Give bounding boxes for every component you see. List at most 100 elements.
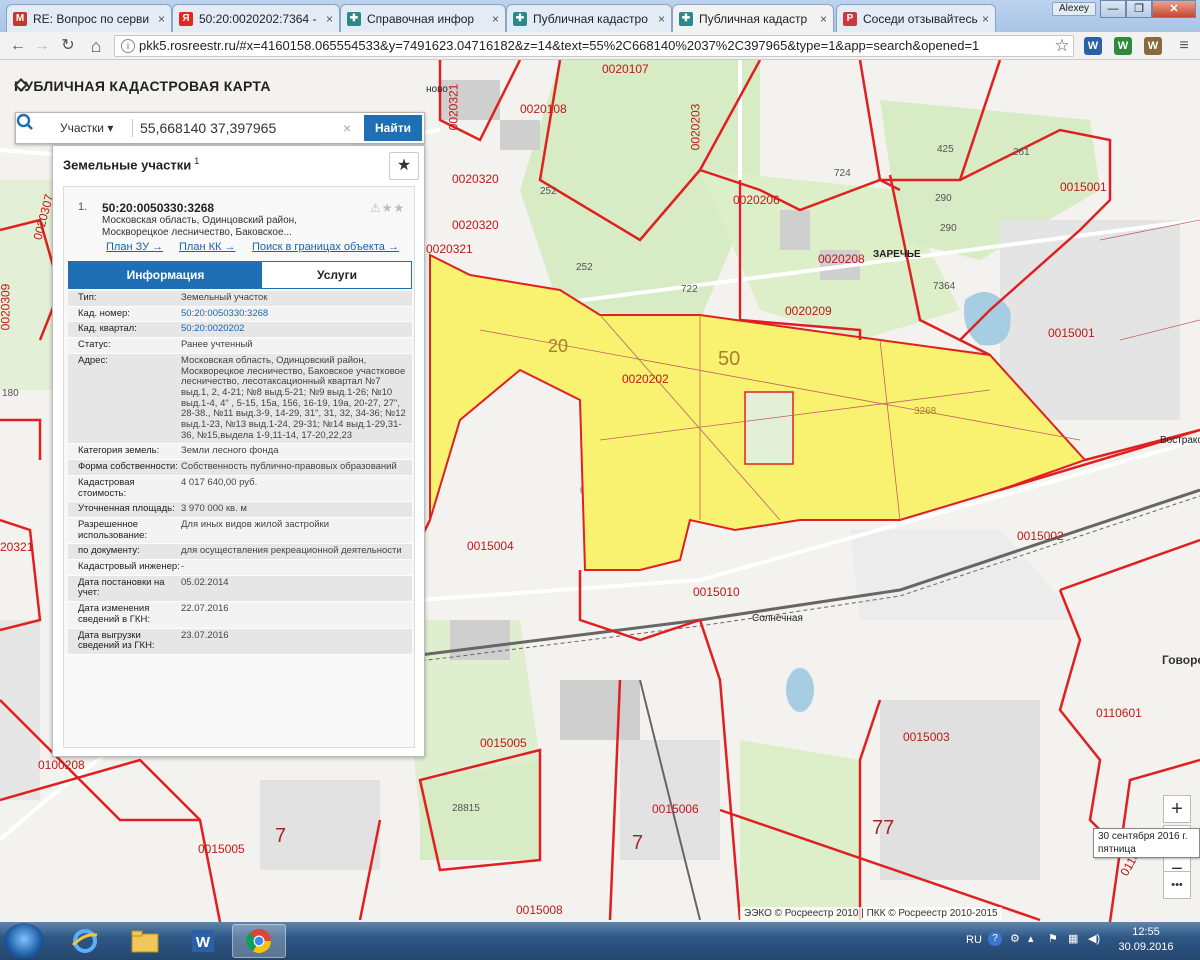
clear-search-icon[interactable]: ×	[343, 113, 351, 143]
parcel-number: 180	[2, 388, 19, 399]
help-icon[interactable]: ?	[988, 932, 1002, 946]
w-green-extension-icon[interactable]: W	[1114, 37, 1132, 55]
browser-user-badge[interactable]: Alexey	[1052, 2, 1096, 16]
zoom-in-button[interactable]: +	[1163, 795, 1191, 823]
attribute-row: Тип: Земельный участок	[68, 291, 412, 307]
tray-arrow-icon[interactable]: ▴	[1028, 932, 1034, 945]
page-info-icon[interactable]: i	[121, 39, 135, 53]
browser-tab-6[interactable]: P Соседи отзывайтесь ×	[836, 4, 996, 32]
quarter-label: 0020202	[622, 372, 669, 386]
favorites-star-button[interactable]: ★	[389, 152, 419, 180]
results-panel: Земельные участки 1 ★ 1. 50:20:0050330:32…	[52, 145, 425, 757]
browser-tab-4[interactable]: ✚ Публичная кадастро ×	[506, 4, 672, 32]
cadastral-map[interactable]: 0020107 0020108 0020203 0020321 0020320 …	[0, 60, 1200, 922]
cadastral-number[interactable]: 50:20:0050330:3268	[102, 201, 214, 215]
attribute-key: Дата выгрузки сведений из ГКН:	[78, 629, 155, 652]
excluded-plot	[744, 391, 794, 465]
attribute-row: Кадастровая стоимость: 4 017 640,00 руб.	[68, 475, 412, 503]
language-indicator[interactable]: RU	[966, 934, 982, 946]
w-grey-extension-icon[interactable]: W	[1144, 37, 1162, 55]
tab-close-icon[interactable]: ×	[658, 12, 665, 26]
flag-icon[interactable]: ⚑	[1048, 932, 1058, 945]
browser-toolbar: ← → ↻ ⌂ i pkk5.rosreestr.ru/#x=4160158.0…	[0, 32, 1200, 60]
attribute-value: 23.07.2016	[181, 629, 229, 641]
attribute-value: Земли лесного фонда	[181, 445, 279, 457]
browser-tab-1[interactable]: M RE: Вопрос по серви ×	[6, 4, 172, 32]
browser-tab-3[interactable]: ✚ Справочная инфор ×	[340, 4, 506, 32]
tab-close-icon[interactable]: ×	[326, 12, 333, 26]
parcel-number: 261	[1013, 147, 1030, 158]
volume-icon[interactable]: ◀)	[1088, 932, 1100, 945]
back-button[interactable]: ←	[8, 36, 28, 56]
attribute-key: по документу:	[78, 545, 140, 557]
attribute-value: Ранее учтенный	[181, 339, 253, 351]
attribute-key: Статус:	[78, 339, 111, 351]
word-icon[interactable]: W	[176, 924, 230, 958]
tab-close-icon[interactable]: ×	[158, 12, 165, 26]
attribute-value-link[interactable]: 50:20:0050330:3268	[181, 308, 412, 320]
browser-menu-icon[interactable]: ≡	[1174, 36, 1194, 56]
parcel-number: 724	[834, 168, 851, 179]
browser-tab-2[interactable]: Я 50:20:0020202:7364 - ×	[172, 4, 340, 32]
quarter-label: 0020107	[602, 62, 649, 76]
search-input[interactable]: 55,668140 37,397965	[140, 113, 276, 143]
date-tooltip-date: 30 сентября 2016 г.	[1098, 831, 1188, 842]
explorer-folder-icon[interactable]	[118, 924, 172, 958]
attribute-row: Форма собственности: Собственность публич…	[68, 460, 412, 476]
attribute-key: Кад. номер:	[78, 307, 130, 319]
quarter-label: 0020206	[733, 193, 780, 207]
quarter-label: 0015005	[480, 736, 527, 750]
parcel-number: 252	[576, 262, 593, 273]
url-bar[interactable]: i pkk5.rosreestr.ru/#x=4160158.065554533…	[114, 35, 1074, 57]
quarter-label: 0020321	[426, 242, 473, 256]
tab-close-icon[interactable]: ×	[492, 12, 499, 26]
start-button[interactable]	[4, 923, 44, 959]
p-icon: P	[843, 11, 857, 26]
search-in-bounds-link[interactable]: Поиск в границах объекта →	[252, 241, 399, 253]
attribute-row: по документу: для осуществления рекреацио…	[68, 544, 412, 561]
search-icon[interactable]	[16, 113, 54, 143]
tab-services[interactable]: Услуги	[262, 262, 412, 288]
url-text: pkk5.rosreestr.ru/#x=4160158.065554533&y…	[139, 38, 980, 53]
settings-icon[interactable]: ⚙	[1010, 932, 1020, 945]
district-label: 7	[632, 832, 644, 854]
map-attribution: ЭЭКО © Росреестр 2010 | ПКК © Росреестр …	[740, 907, 1002, 920]
date-tooltip-day: пятница	[1098, 844, 1136, 855]
find-button[interactable]: Найти	[364, 115, 422, 141]
restore-button[interactable]: ❐	[1126, 0, 1152, 18]
clock[interactable]: 12:55 30.09.2016	[1116, 925, 1176, 955]
tab-information[interactable]: Информация	[69, 262, 262, 288]
browser-tab-5-active[interactable]: ✚ Публичная кадастр ×	[672, 4, 834, 32]
quarter-label: 0020309	[0, 283, 13, 331]
attribute-value: 4 017 640,00 руб.	[181, 476, 258, 488]
plan-kk-link[interactable]: План КК →	[179, 241, 235, 253]
home-button[interactable]: ⌂	[86, 36, 106, 56]
plan-zu-link[interactable]: План ЗУ →	[106, 241, 163, 253]
forward-button[interactable]: →	[32, 36, 52, 56]
quarter-label: 0015003	[903, 730, 950, 744]
district-label: 7	[275, 825, 287, 847]
clock-date: 30.09.2016	[1118, 941, 1174, 953]
attribute-row: Категория земель: Земли лесного фонда	[68, 444, 412, 461]
network-icon[interactable]: ▦	[1068, 932, 1078, 945]
search-type-select[interactable]: Участки ▾	[60, 113, 113, 143]
reload-button[interactable]: ↻	[58, 36, 78, 56]
attribute-value-link[interactable]: 50:20:0020202	[181, 324, 412, 335]
layers-button[interactable]: •••	[1163, 871, 1191, 899]
bookmark-star-icon[interactable]: ☆	[1052, 36, 1072, 56]
attribute-value: для осуществления рекреационной деятельн…	[181, 545, 402, 557]
quarter-label: 0110601	[1096, 706, 1142, 720]
search-type-label: Участки	[60, 121, 104, 135]
search-bar: Участки ▾ 55,668140 37,397965 × Найти	[15, 112, 425, 144]
clock-time: 12:55	[1132, 926, 1160, 938]
minimize-button[interactable]: —	[1100, 0, 1126, 18]
ie-icon[interactable]	[58, 924, 112, 958]
chrome-icon[interactable]	[232, 924, 286, 958]
tab-close-icon[interactable]: ×	[820, 12, 827, 26]
w-extension-icon[interactable]: W	[1084, 37, 1102, 55]
card-tools-icons[interactable]: ⚠★★	[370, 201, 405, 215]
panel-title: Земельные участки 1	[63, 156, 199, 172]
tab-close-icon[interactable]: ×	[982, 12, 989, 26]
window-close-button[interactable]: ✕	[1152, 0, 1196, 18]
quarter-label: 0015008	[516, 903, 563, 917]
